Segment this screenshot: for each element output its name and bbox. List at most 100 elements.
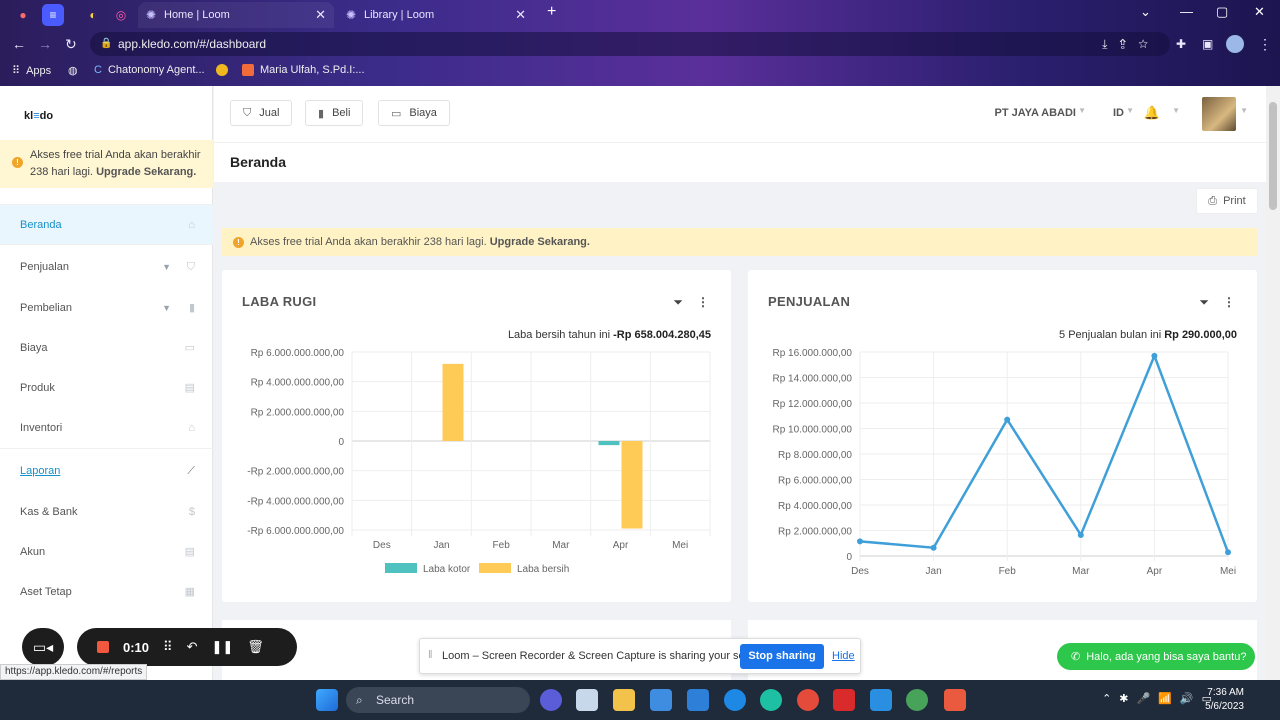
y-tick-label: -Rp 2.000.000.000,00 [247, 467, 344, 478]
sidebar-item-biaya[interactable]: Biaya ▭ [0, 328, 213, 368]
sidebar-item-kas-bank[interactable]: Kas & Bank $ [0, 492, 213, 532]
x-tick-label: Feb [999, 566, 1017, 577]
sidebar: kl≡do ! Akses free trial Anda akan berak… [0, 86, 213, 680]
close-window-icon[interactable]: ✕ [1254, 4, 1265, 20]
data-point [1004, 416, 1011, 423]
data-point [930, 544, 937, 551]
photos-app-icon[interactable] [576, 689, 598, 711]
address-tools-icons[interactable]: ⤓⇪☆ [1102, 32, 1160, 56]
jual-button[interactable]: ⛉ Jual [230, 100, 293, 126]
sidepanel-icon[interactable]: ▣ [1202, 37, 1213, 51]
explorer-app-icon[interactable] [613, 689, 635, 711]
tab-title: Library | Loom [364, 9, 435, 21]
extensions-icon[interactable]: ✚ [1176, 37, 1186, 51]
upgrade-link[interactable]: Upgrade Sekarang. [490, 236, 590, 248]
tab-home-loom[interactable]: ✺ Home | Loom ✕ [138, 2, 334, 28]
x-tick-label: Feb [493, 540, 511, 551]
close-tab-icon[interactable]: ✕ [315, 7, 326, 23]
system-tray-icons[interactable]: ⌃✱🎤📶🔊▭ [1102, 692, 1220, 705]
taskbar-search[interactable]: ⌕ Search [346, 687, 530, 713]
undo-icon[interactable]: ↶ [187, 639, 198, 655]
sidebar-item-label: Biaya [20, 342, 48, 354]
bar [598, 441, 620, 446]
address-bar[interactable]: 🔒 app.kledo.com/#/dashboard ⤓⇪☆ [90, 32, 1170, 56]
hide-link[interactable]: Hide [832, 650, 855, 662]
sidebar-item-akun[interactable]: Akun ▤ [0, 532, 213, 572]
stop-sharing-button[interactable]: Stop sharing [740, 644, 824, 669]
bookmark-label: Maria Ulfah, S.Pd.I:... [260, 64, 365, 76]
maximize-icon[interactable]: ▢ [1216, 4, 1228, 20]
upgrade-link[interactable]: Upgrade Sekarang. [96, 166, 196, 178]
sidebar-item-inventori[interactable]: Inventori ⌂ [0, 408, 213, 448]
video-camera-icon: ▭◂ [32, 638, 54, 655]
tab-library-loom[interactable]: ✺ Library | Loom ✕ [338, 2, 534, 28]
x-tick-label: Apr [613, 540, 629, 551]
app-icon-3[interactable] [944, 689, 966, 711]
bookmark-chatonomy[interactable]: C Chatonomy Agent... [94, 64, 205, 76]
blogger-icon [242, 64, 254, 76]
globe-icon: ◍ [68, 65, 78, 77]
edge-app-icon[interactable] [760, 689, 782, 711]
menu-icon[interactable]: ⋮ [1258, 36, 1272, 53]
trash-icon[interactable]: 🗑 [247, 639, 264, 655]
chrome-active-app-icon[interactable] [906, 689, 928, 711]
tab-list-icon[interactable]: ≡ [42, 4, 64, 26]
help-app-icon[interactable] [724, 689, 746, 711]
x-tick-label: Jan [926, 566, 942, 577]
chevron-down-icon: ▼ [1078, 106, 1086, 115]
stop-recording-icon[interactable] [97, 641, 109, 653]
search-icon: ⌕ [356, 693, 363, 707]
sidebar-item-pembelian[interactable]: Pembelian ▼ ▮ [0, 288, 213, 328]
pinned-tab-icon[interactable]: ◐ [82, 4, 104, 26]
app-icon-2[interactable] [870, 689, 892, 711]
wps-app-icon[interactable] [833, 689, 855, 711]
sidebar-item-produk[interactable]: Produk ▤ [0, 368, 213, 408]
bookmark-apps[interactable]: ⠿ Apps [12, 64, 51, 78]
profile-icon[interactable] [1226, 35, 1244, 53]
recording-tab-icon[interactable]: ● [12, 4, 34, 26]
minimize-icon[interactable]: — [1180, 4, 1193, 19]
back-icon[interactable]: ← [12, 36, 26, 52]
forward-icon[interactable]: → [38, 36, 52, 52]
sidebar-item-aset-tetap[interactable]: Aset Tetap ▦ [0, 572, 213, 612]
y-tick-label: Rp 16.000.000,00 [772, 348, 852, 359]
sidebar-item-label: Akun [20, 546, 46, 558]
loom-camera-button[interactable]: ▭◂ [22, 628, 64, 666]
app-icon[interactable] [687, 689, 709, 711]
bookmark-globe[interactable]: ◍ [68, 64, 78, 77]
grid-icon[interactable]: ⠿ [163, 639, 173, 655]
chevron-down-icon[interactable]: ⌄ [1140, 4, 1151, 20]
sidebar-item-beranda[interactable]: Beranda ⌂ [0, 204, 213, 244]
penjualan-card: PENJUALAN ⏷ ⋮ 5 Penjualan bulan ini Rp 29… [748, 270, 1257, 602]
reload-icon[interactable]: ↻ [65, 36, 77, 53]
penjualan-chart: Rp 16.000.000,00 Rp 14.000.000,00 Rp 12.00… [772, 348, 1236, 577]
bell-icon[interactable]: 🔔 [1144, 105, 1160, 121]
scrollbar-thumb[interactable] [1269, 102, 1277, 210]
whatsapp-chat-button[interactable]: ✆ Halo, ada yang bisa saya bantu? [1057, 643, 1255, 670]
grip-icon[interactable]: ‖ [428, 649, 433, 661]
beli-button[interactable]: ▮ Beli [305, 100, 364, 126]
chrome-app-icon[interactable] [797, 689, 819, 711]
close-tab-icon[interactable]: ✕ [515, 7, 526, 23]
store-app-icon[interactable] [650, 689, 672, 711]
sidebar-item-penjualan[interactable]: Penjualan ▼ ⛉ [0, 244, 213, 288]
printer-icon: ⎙ [1208, 194, 1218, 207]
language-selector[interactable]: ID [1113, 107, 1124, 119]
company-selector[interactable]: PT JAYA ABADI [994, 107, 1076, 119]
scrollbar[interactable] [1266, 86, 1280, 680]
avatar[interactable] [1202, 97, 1236, 131]
pause-icon[interactable]: ❚❚ [211, 639, 233, 655]
biaya-button[interactable]: ▭ Biaya [378, 100, 450, 126]
pinned-tab-icon-2[interactable]: ◎ [110, 4, 132, 26]
bookmark-maria[interactable]: Maria Ulfah, S.Pd.I:... [242, 64, 365, 76]
taskbar-clock[interactable]: 7:36 AM 5/6/2023 [1205, 686, 1244, 714]
print-button[interactable]: ⎙ Print [1196, 188, 1258, 214]
chat-app-icon[interactable] [540, 689, 562, 711]
sidebar-item-laporan[interactable]: Laporan ⟋ [0, 448, 213, 492]
new-tab-icon[interactable]: + [547, 3, 556, 21]
chat-label: Halo, ada yang bisa saya bantu? [1086, 650, 1247, 663]
y-tick-label: Rp 12.000.000,00 [772, 399, 852, 410]
kledo-logo[interactable]: kl≡do [24, 110, 53, 122]
windows-start-icon[interactable] [316, 689, 338, 711]
bookmark-pin[interactable] [216, 64, 228, 76]
